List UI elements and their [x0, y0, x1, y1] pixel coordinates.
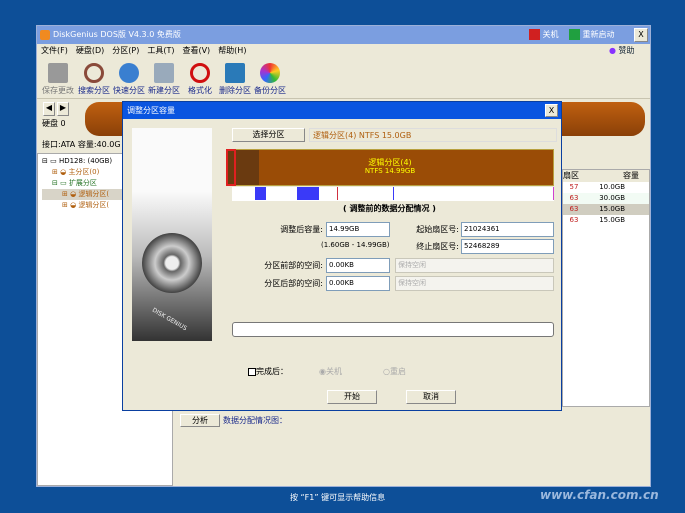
disk-genius-logo-image: DISK GENIUS	[132, 128, 212, 341]
toolbar-format[interactable]: 格式化	[183, 63, 217, 96]
menu-view[interactable]: 查看(V)	[182, 44, 210, 58]
toolbar-backup[interactable]: 备份分区	[253, 63, 287, 96]
app-title: DiskGenius DOS版 V4.3.0 免费版	[53, 30, 181, 39]
end-sector-label: 终止扇区号:	[381, 241, 459, 252]
app-icon	[40, 30, 50, 40]
bar-partition-name: 逻辑分区(4)	[227, 158, 553, 167]
table-row[interactable]: 5710.0GB	[563, 182, 649, 193]
menu-bar: 文件(F) 硬盘(D) 分区(P) 工具(T) 查看(V) 帮助(H)	[41, 44, 246, 58]
space-before-input[interactable]: 0.00KB	[326, 258, 390, 273]
watermark: www.cfan.com.cn	[540, 488, 659, 502]
quick-partition-icon	[119, 63, 139, 83]
space-after-input[interactable]: 0.00KB	[326, 276, 390, 291]
cancel-button[interactable]: 取消	[406, 390, 456, 404]
trash-icon	[225, 63, 245, 83]
menu-help[interactable]: 帮助(H)	[218, 44, 246, 58]
table-row[interactable]: 6315.0GB	[563, 204, 649, 215]
toolbar-search[interactable]: 搜索分区	[77, 63, 111, 96]
resize-handle[interactable]	[226, 149, 236, 186]
select-partition-button[interactable]: 选择分区	[232, 128, 305, 142]
toolbar-save[interactable]: 保存更改	[41, 63, 75, 96]
space-before-select[interactable]: 保持空闲	[395, 258, 554, 273]
toolbar-delete[interactable]: 删除分区	[218, 63, 252, 96]
menu-file[interactable]: 文件(F)	[41, 44, 68, 58]
data-distribution-label: 数据分配情况图：	[223, 415, 287, 426]
menu-tools[interactable]: 工具(T)	[147, 44, 174, 58]
disk-label: 硬盘 0	[42, 118, 66, 129]
checkbox-icon	[248, 368, 256, 376]
next-disk-button[interactable]: ▶	[57, 102, 69, 116]
resize-partition-dialog: 调整分区容量 X DISK GENIUS 选择分区 逻辑分区(4) NTFS 1…	[122, 101, 562, 411]
toolbar-divider	[37, 98, 650, 99]
format-icon	[190, 63, 210, 83]
data-distribution-strip	[232, 187, 554, 201]
power-icon	[529, 29, 540, 40]
shutdown-radio[interactable]: ◉关机	[319, 366, 342, 377]
toolbar-quick-partition[interactable]: 快速分区	[112, 63, 146, 96]
after-completion-checkbox[interactable]: 完成后：	[248, 366, 288, 377]
space-before-label: 分区前部的空间:	[233, 260, 323, 271]
title-bar: DiskGenius DOS版 V4.3.0 免费版 关机 重新启动 X	[37, 26, 650, 44]
progress-bar	[232, 322, 554, 337]
space-after-label: 分区后部的空间:	[233, 278, 323, 289]
size-label: 调整后容量:	[243, 224, 323, 235]
backup-icon	[260, 63, 280, 83]
partition-resize-bar[interactable]: 逻辑分区(4) NTFS 14.99GB	[226, 149, 554, 186]
logo-text: DISK GENIUS	[151, 307, 188, 333]
selected-partition-info: 逻辑分区(4) NTFS 15.0GB	[309, 128, 557, 142]
dialog-title: 调整分区容量	[127, 106, 175, 115]
disk-info: 接口:ATA 容量:40.0G	[42, 139, 121, 150]
bar-partition-fs: NTFS 14.99GB	[227, 167, 553, 176]
start-sector-input[interactable]: 21024361	[461, 222, 554, 237]
new-partition-icon	[154, 63, 174, 83]
col-header-sector[interactable]: 扇区	[563, 170, 585, 182]
menu-partition[interactable]: 分区(P)	[112, 44, 139, 58]
restart-radio[interactable]: ○重启	[383, 366, 406, 377]
start-sector-label: 起始扇区号:	[381, 224, 459, 235]
save-icon	[48, 63, 68, 83]
status-bar-text: 按 “F1” 键可显示帮助信息	[290, 492, 385, 503]
search-icon	[84, 63, 104, 83]
table-row[interactable]: 6315.0GB	[563, 215, 649, 226]
shutdown-button[interactable]: 关机	[529, 26, 559, 44]
dialog-close-button[interactable]: X	[545, 104, 558, 117]
prev-disk-button[interactable]: ◀	[43, 102, 55, 116]
sponsor-link[interactable]: ● 赞助	[609, 44, 635, 58]
restart-button[interactable]: 重新启动	[569, 26, 615, 44]
distribution-caption: ( 调整前的数据分配情况 )	[343, 203, 436, 214]
menu-disk[interactable]: 硬盘(D)	[76, 44, 104, 58]
size-range: (1.60GB - 14.99GB)	[321, 241, 390, 249]
space-after-select[interactable]: 保持空闲	[395, 276, 554, 291]
partition-table: 扇区 容量 5710.0GB 6330.0GB 6315.0GB 6315.0G…	[562, 169, 650, 407]
dialog-title-bar: 调整分区容量 X	[123, 102, 561, 119]
analyze-button[interactable]: 分析	[180, 414, 220, 427]
table-row[interactable]: 6330.0GB	[563, 193, 649, 204]
end-sector-input[interactable]: 52468289	[461, 239, 554, 254]
hard-disk-icon	[142, 233, 202, 293]
start-button[interactable]: 开始	[327, 390, 377, 404]
col-header-size[interactable]: 容量	[585, 170, 645, 182]
dot-icon: ●	[609, 46, 616, 55]
close-button[interactable]: X	[634, 28, 648, 42]
restart-icon	[569, 29, 580, 40]
toolbar-new-partition[interactable]: 新建分区	[147, 63, 181, 96]
